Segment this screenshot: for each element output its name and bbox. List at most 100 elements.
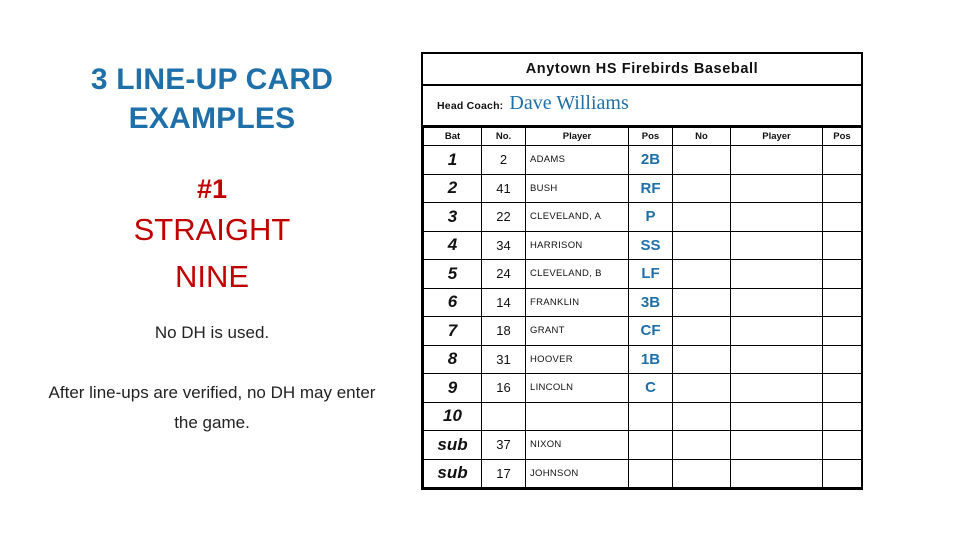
cell-bat[interactable]: 1 [423, 145, 482, 175]
cell-number[interactable]: 31 [481, 344, 526, 374]
cell-bat[interactable]: sub [423, 458, 482, 488]
cell-bat[interactable]: 10 [423, 401, 482, 431]
cell-number[interactable]: 22 [481, 202, 526, 232]
lineup-card: Anytown HS Firebirds Baseball Head Coach… [421, 52, 863, 490]
cell-number-2[interactable] [672, 173, 731, 203]
cell-number-2[interactable] [672, 344, 731, 374]
cell-position-2[interactable] [822, 430, 862, 460]
cell-position[interactable] [628, 401, 673, 431]
cell-number[interactable]: 17 [481, 458, 526, 488]
cell-bat[interactable]: 9 [423, 373, 482, 403]
cell-position-2[interactable] [822, 145, 862, 175]
page-title: 3 LINE-UP CARD EXAMPLES [90, 63, 334, 135]
cell-position-2[interactable] [822, 202, 862, 232]
cell-number-2[interactable] [672, 430, 731, 460]
cell-number[interactable]: 34 [481, 230, 526, 260]
cell-player-2[interactable] [730, 287, 823, 317]
cell-number[interactable]: 14 [481, 287, 526, 317]
table-row: 7 18 GRANT CF [423, 316, 862, 346]
lineup-table-body: 1 2 ADAMS 2B 2 41 BUSH RF 3 22 CLEVELAND, A P 4 34 HAR… [423, 145, 862, 488]
cell-player-2[interactable] [730, 230, 823, 260]
cell-number-2[interactable] [672, 458, 731, 488]
cell-player[interactable]: JOHNSON [525, 458, 629, 488]
cell-number-2[interactable] [672, 316, 731, 346]
cell-position-2[interactable] [822, 401, 862, 431]
cell-position-2[interactable] [822, 373, 862, 403]
cell-player-2[interactable] [730, 373, 823, 403]
cell-player[interactable]: HOOVER [525, 344, 629, 374]
cell-position[interactable]: P [628, 202, 673, 232]
cell-player-2[interactable] [730, 430, 823, 460]
table-row: 10 [423, 401, 862, 431]
cell-position[interactable] [628, 430, 673, 460]
cell-player-2[interactable] [730, 173, 823, 203]
cell-player[interactable]: CLEVELAND, B [525, 259, 629, 289]
cell-position-2[interactable] [822, 316, 862, 346]
col-header-pos: Pos [628, 127, 673, 146]
cell-bat[interactable]: 8 [423, 344, 482, 374]
cell-number-2[interactable] [672, 145, 731, 175]
cell-number[interactable] [481, 401, 526, 431]
cell-position[interactable]: RF [628, 173, 673, 203]
cell-position-2[interactable] [822, 259, 862, 289]
cell-number-2[interactable] [672, 202, 731, 232]
cell-player[interactable]: LINCOLN [525, 373, 629, 403]
cell-position-2[interactable] [822, 344, 862, 374]
cell-player[interactable]: GRANT [525, 316, 629, 346]
cell-position[interactable]: C [628, 373, 673, 403]
cell-number[interactable]: 41 [481, 173, 526, 203]
col-header-bat: Bat [423, 127, 482, 146]
cell-position-2[interactable] [822, 230, 862, 260]
cell-number[interactable]: 2 [481, 145, 526, 175]
cell-player-2[interactable] [730, 344, 823, 374]
cell-bat[interactable]: 7 [423, 316, 482, 346]
cell-player-2[interactable] [730, 401, 823, 431]
cell-position[interactable] [628, 458, 673, 488]
cell-bat[interactable]: 2 [423, 173, 482, 203]
cell-player[interactable]: HARRISON [525, 230, 629, 260]
cell-position[interactable]: SS [628, 230, 673, 260]
cell-number-2[interactable] [672, 230, 731, 260]
table-row: 2 41 BUSH RF [423, 173, 862, 203]
table-row: 3 22 CLEVELAND, AP [423, 202, 862, 232]
cell-player-2[interactable] [730, 202, 823, 232]
cell-player-2[interactable] [730, 145, 823, 175]
cell-player-2[interactable] [730, 458, 823, 488]
cell-number-2[interactable] [672, 259, 731, 289]
cell-position[interactable]: 3B [628, 287, 673, 317]
cell-player[interactable]: FRANKLIN [525, 287, 629, 317]
col-header-player: Player [525, 127, 629, 146]
card-team-header: Anytown HS Firebirds Baseball [423, 54, 861, 86]
cell-position-2[interactable] [822, 173, 862, 203]
cell-position-2[interactable] [822, 287, 862, 317]
cell-number[interactable]: 16 [481, 373, 526, 403]
cell-number-2[interactable] [672, 287, 731, 317]
cell-player-2[interactable] [730, 316, 823, 346]
cell-position[interactable]: LF [628, 259, 673, 289]
cell-player[interactable] [525, 401, 629, 431]
cell-number-2[interactable] [672, 373, 731, 403]
cell-position[interactable]: 1B [628, 344, 673, 374]
cell-player[interactable]: ADAMS [525, 145, 629, 175]
table-header-row: Bat No. Player Pos No Player Pos [423, 127, 862, 146]
cell-position[interactable]: 2B [628, 145, 673, 175]
head-coach-name: Dave Williams [509, 92, 629, 114]
cell-number[interactable]: 18 [481, 316, 526, 346]
cell-player-2[interactable] [730, 259, 823, 289]
cell-number[interactable]: 24 [481, 259, 526, 289]
cell-position[interactable]: CF [628, 316, 673, 346]
cell-bat[interactable]: 5 [423, 259, 482, 289]
cell-number-2[interactable] [672, 401, 731, 431]
cell-bat[interactable]: 3 [423, 202, 482, 232]
cell-player[interactable]: BUSH [525, 173, 629, 203]
cell-bat[interactable]: sub [423, 430, 482, 460]
cell-player[interactable]: CLEVELAND, A [525, 202, 629, 232]
cell-player[interactable]: NIXON [525, 430, 629, 460]
cell-number[interactable]: 37 [481, 430, 526, 460]
cell-bat[interactable]: 4 [423, 230, 482, 260]
cell-position-2[interactable] [822, 458, 862, 488]
cell-bat[interactable]: 6 [423, 287, 482, 317]
table-row: sub 37 NIXON [423, 430, 862, 460]
example-name-line2: NINE [174, 259, 250, 294]
table-row: 9 16 LINCOLN C [423, 373, 862, 403]
